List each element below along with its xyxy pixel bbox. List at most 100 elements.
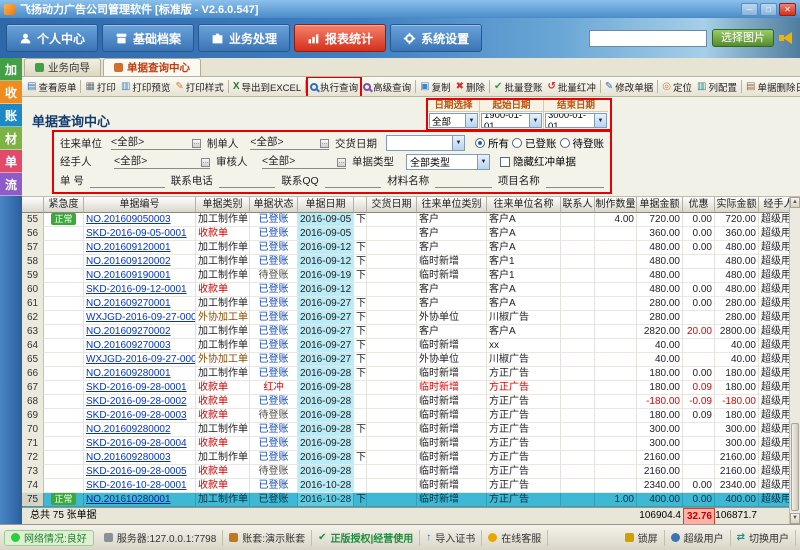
maker-field[interactable]: <全部>… bbox=[250, 136, 329, 150]
document-link[interactable]: SKD-2016-09-05-0001 bbox=[84, 227, 196, 241]
document-link[interactable]: NO.201609270001 bbox=[84, 297, 196, 311]
document-link[interactable]: SKD-2016-09-12-0001 bbox=[84, 283, 196, 297]
auditor-field[interactable]: <全部>… bbox=[262, 155, 346, 169]
header-doc-no[interactable]: 单据编号 bbox=[84, 197, 196, 213]
document-link[interactable]: SKD-2016-09-28-0005 bbox=[84, 465, 196, 479]
document-link[interactable]: SKD-2016-09-28-0004 bbox=[84, 437, 196, 451]
unit-field[interactable]: <全部>… bbox=[111, 136, 201, 150]
hide-red-checkbox[interactable] bbox=[500, 157, 510, 167]
horn-icon[interactable] bbox=[779, 32, 794, 44]
header-doc-amount[interactable]: 单据金额 bbox=[637, 197, 683, 213]
status-switch-user[interactable]: ⇄切换用户 bbox=[731, 530, 796, 546]
document-link[interactable]: NO.201609270003 bbox=[84, 339, 196, 353]
date-filter-select[interactable]: 3000-01-01▼ bbox=[545, 113, 607, 128]
header-contact[interactable]: 联系人 bbox=[561, 197, 595, 213]
document-link[interactable]: NO.201609280001 bbox=[84, 367, 196, 381]
radio-all[interactable] bbox=[475, 138, 485, 148]
document-link[interactable]: NO.201609270002 bbox=[84, 325, 196, 339]
header-am-pm[interactable] bbox=[354, 197, 367, 213]
lookup-icon[interactable]: … bbox=[337, 158, 346, 167]
toolbar-run-query[interactable]: 执行查询 bbox=[308, 78, 360, 96]
document-link[interactable]: NO.201609050003 bbox=[84, 213, 196, 227]
document-link[interactable]: SKD-2016-09-28-0002 bbox=[84, 395, 196, 409]
ribbon-tab-report-statistics[interactable]: 报表统计 bbox=[294, 24, 386, 52]
table-row[interactable]: 72NO.201609280003加工制作单已登账2016-09-28下临时新增… bbox=[22, 451, 789, 465]
header-urgency[interactable]: 紧急度 bbox=[44, 197, 84, 213]
table-row[interactable]: 71SKD-2016-09-28-0004收款单已登账2016-09-28临时新… bbox=[22, 437, 789, 451]
table-row[interactable]: 60SKD-2016-09-12-0001收款单已登账2016-09-12客户客… bbox=[22, 283, 789, 297]
table-row[interactable]: 64NO.201609270003加工制作单已登账2016-09-27下临时新增… bbox=[22, 339, 789, 353]
header-discount[interactable]: 优惠 bbox=[683, 197, 715, 213]
toolbar-column-config[interactable]: ▥列配置 bbox=[695, 78, 739, 96]
doc-tab-business-wizard[interactable]: 业务向导 bbox=[24, 58, 101, 76]
header-unit-name[interactable]: 往来单位名称 bbox=[487, 197, 561, 213]
sidebar-tile-receipt[interactable]: 收 bbox=[0, 81, 22, 104]
lookup-icon[interactable]: … bbox=[320, 139, 329, 148]
vertical-scrollbar[interactable]: ▲ ▼ bbox=[789, 197, 800, 524]
toolbar-delete[interactable]: ✖删除 bbox=[454, 78, 487, 96]
toolbar-copy[interactable]: ▣复制 bbox=[418, 78, 452, 96]
document-link[interactable]: NO.201609280003 bbox=[84, 451, 196, 465]
header-doc-category[interactable]: 单据类别 bbox=[196, 197, 250, 213]
table-row[interactable]: 73SKD-2016-09-28-0005收款单待登账2016-09-28临时新… bbox=[22, 465, 789, 479]
project-input[interactable] bbox=[546, 174, 604, 188]
lookup-icon[interactable]: … bbox=[201, 158, 210, 167]
date-filter-select[interactable]: 全部▼ bbox=[429, 113, 478, 128]
table-row[interactable]: 59NO.201609190001加工制作单待登账2016-09-19下临时新增… bbox=[22, 269, 789, 283]
toolbar-export-excel[interactable]: X导出到EXCEL bbox=[231, 78, 303, 96]
scroll-down-icon[interactable]: ▼ bbox=[790, 513, 800, 524]
table-row[interactable]: 62WXJGD-2016-09-27-0001外协加工单已登账2016-09-2… bbox=[22, 311, 789, 325]
close-button[interactable]: ✕ bbox=[779, 3, 796, 16]
toolbar-locate[interactable]: ◎定位 bbox=[660, 78, 694, 96]
document-link[interactable]: NO.201609120002 bbox=[84, 255, 196, 269]
header-unit-category[interactable]: 往来单位类别 bbox=[417, 197, 487, 213]
material-input[interactable] bbox=[435, 174, 492, 188]
doc-tab-doc-query-center[interactable]: 单据查询中心 bbox=[103, 58, 201, 76]
header-quantity[interactable]: 制作数量 bbox=[595, 197, 637, 213]
toolbar-batch-reverse[interactable]: ↺批量红冲 bbox=[545, 78, 597, 96]
minimize-button[interactable]: ─ bbox=[741, 3, 758, 16]
table-row[interactable]: 55正常NO.201609050003加工制作单已登账2016-09-05下客户… bbox=[22, 213, 789, 227]
sidebar-tile-materials[interactable]: 材 bbox=[0, 127, 22, 150]
document-link[interactable]: SKD-2016-09-28-0003 bbox=[84, 409, 196, 423]
maximize-button[interactable]: □ bbox=[760, 3, 777, 16]
header-handler[interactable]: 经手人 bbox=[759, 197, 789, 213]
toolbar-delete-log[interactable]: ▤单据删除日志 bbox=[744, 78, 800, 96]
table-row[interactable]: 57NO.201609120001加工制作单已登账2016-09-12下客户客户… bbox=[22, 241, 789, 255]
date-filter-select[interactable]: 1900-01-01▼ bbox=[481, 113, 542, 128]
table-row[interactable]: 58NO.201609120002加工制作单已登账2016-09-12下临时新增… bbox=[22, 255, 789, 269]
scroll-up-icon[interactable]: ▲ bbox=[790, 197, 800, 208]
toolbar-print-style[interactable]: ✎打印样式 bbox=[173, 78, 225, 96]
table-row[interactable]: 74SKD-2016-10-28-0001收款单已登账2016-10-28临时新… bbox=[22, 479, 789, 493]
toolbar-advanced-query[interactable]: 高级查询 bbox=[361, 78, 413, 96]
table-row[interactable]: 56SKD-2016-09-05-0001收款单已登账2016-09-05客户客… bbox=[22, 227, 789, 241]
ribbon-tab-personal-center[interactable]: 个人中心 bbox=[6, 24, 98, 52]
ribbon-tab-business-process[interactable]: 业务处理 bbox=[198, 24, 290, 52]
toolbar-view-original[interactable]: ▤查看原单 bbox=[25, 78, 78, 96]
phone-input[interactable] bbox=[219, 174, 276, 188]
header-doc-status[interactable]: 单据状态 bbox=[250, 197, 298, 213]
document-link[interactable]: SKD-2016-09-28-0001 bbox=[84, 381, 196, 395]
handler-field[interactable]: <全部>… bbox=[114, 155, 210, 169]
toolbar-batch-post[interactable]: ✔批量登账 bbox=[492, 78, 544, 96]
search-input[interactable] bbox=[589, 30, 707, 47]
status-online-support[interactable]: 在线客服 bbox=[482, 530, 548, 546]
doc-type-select[interactable]: 全部类型▼ bbox=[406, 154, 490, 170]
sidebar-tile-documents[interactable]: 单 bbox=[0, 150, 22, 173]
document-link[interactable]: NO.201609280002 bbox=[84, 423, 196, 437]
status-import-cert[interactable]: ↑导入证书 bbox=[420, 530, 482, 546]
document-link[interactable]: NO.201609120001 bbox=[84, 241, 196, 255]
table-row[interactable]: 63NO.201609270002加工制作单已登账2016-09-27下客户客户… bbox=[22, 325, 789, 339]
table-row[interactable]: 65WXJGD-2016-09-27-0002外协加工单已登账2016-09-2… bbox=[22, 353, 789, 367]
lookup-icon[interactable]: … bbox=[192, 139, 201, 148]
table-row[interactable]: 69SKD-2016-09-28-0003收款单待登账2016-09-28临时新… bbox=[22, 409, 789, 423]
sidebar-tile-processing[interactable]: 加 bbox=[0, 58, 22, 81]
header-row-num[interactable] bbox=[22, 197, 44, 213]
qq-input[interactable] bbox=[325, 174, 382, 188]
toolbar-print-preview[interactable]: ▥打印预览 bbox=[119, 78, 172, 96]
toolbar-print[interactable]: ▦打印 bbox=[83, 78, 117, 96]
status-lock-screen[interactable]: 锁屏 bbox=[619, 530, 665, 546]
ribbon-tab-basic-archives[interactable]: 基础档案 bbox=[102, 24, 194, 52]
header-delivery-date[interactable]: 交货日期 bbox=[367, 197, 417, 213]
document-link[interactable]: WXJGD-2016-09-27-0002 bbox=[84, 353, 196, 367]
